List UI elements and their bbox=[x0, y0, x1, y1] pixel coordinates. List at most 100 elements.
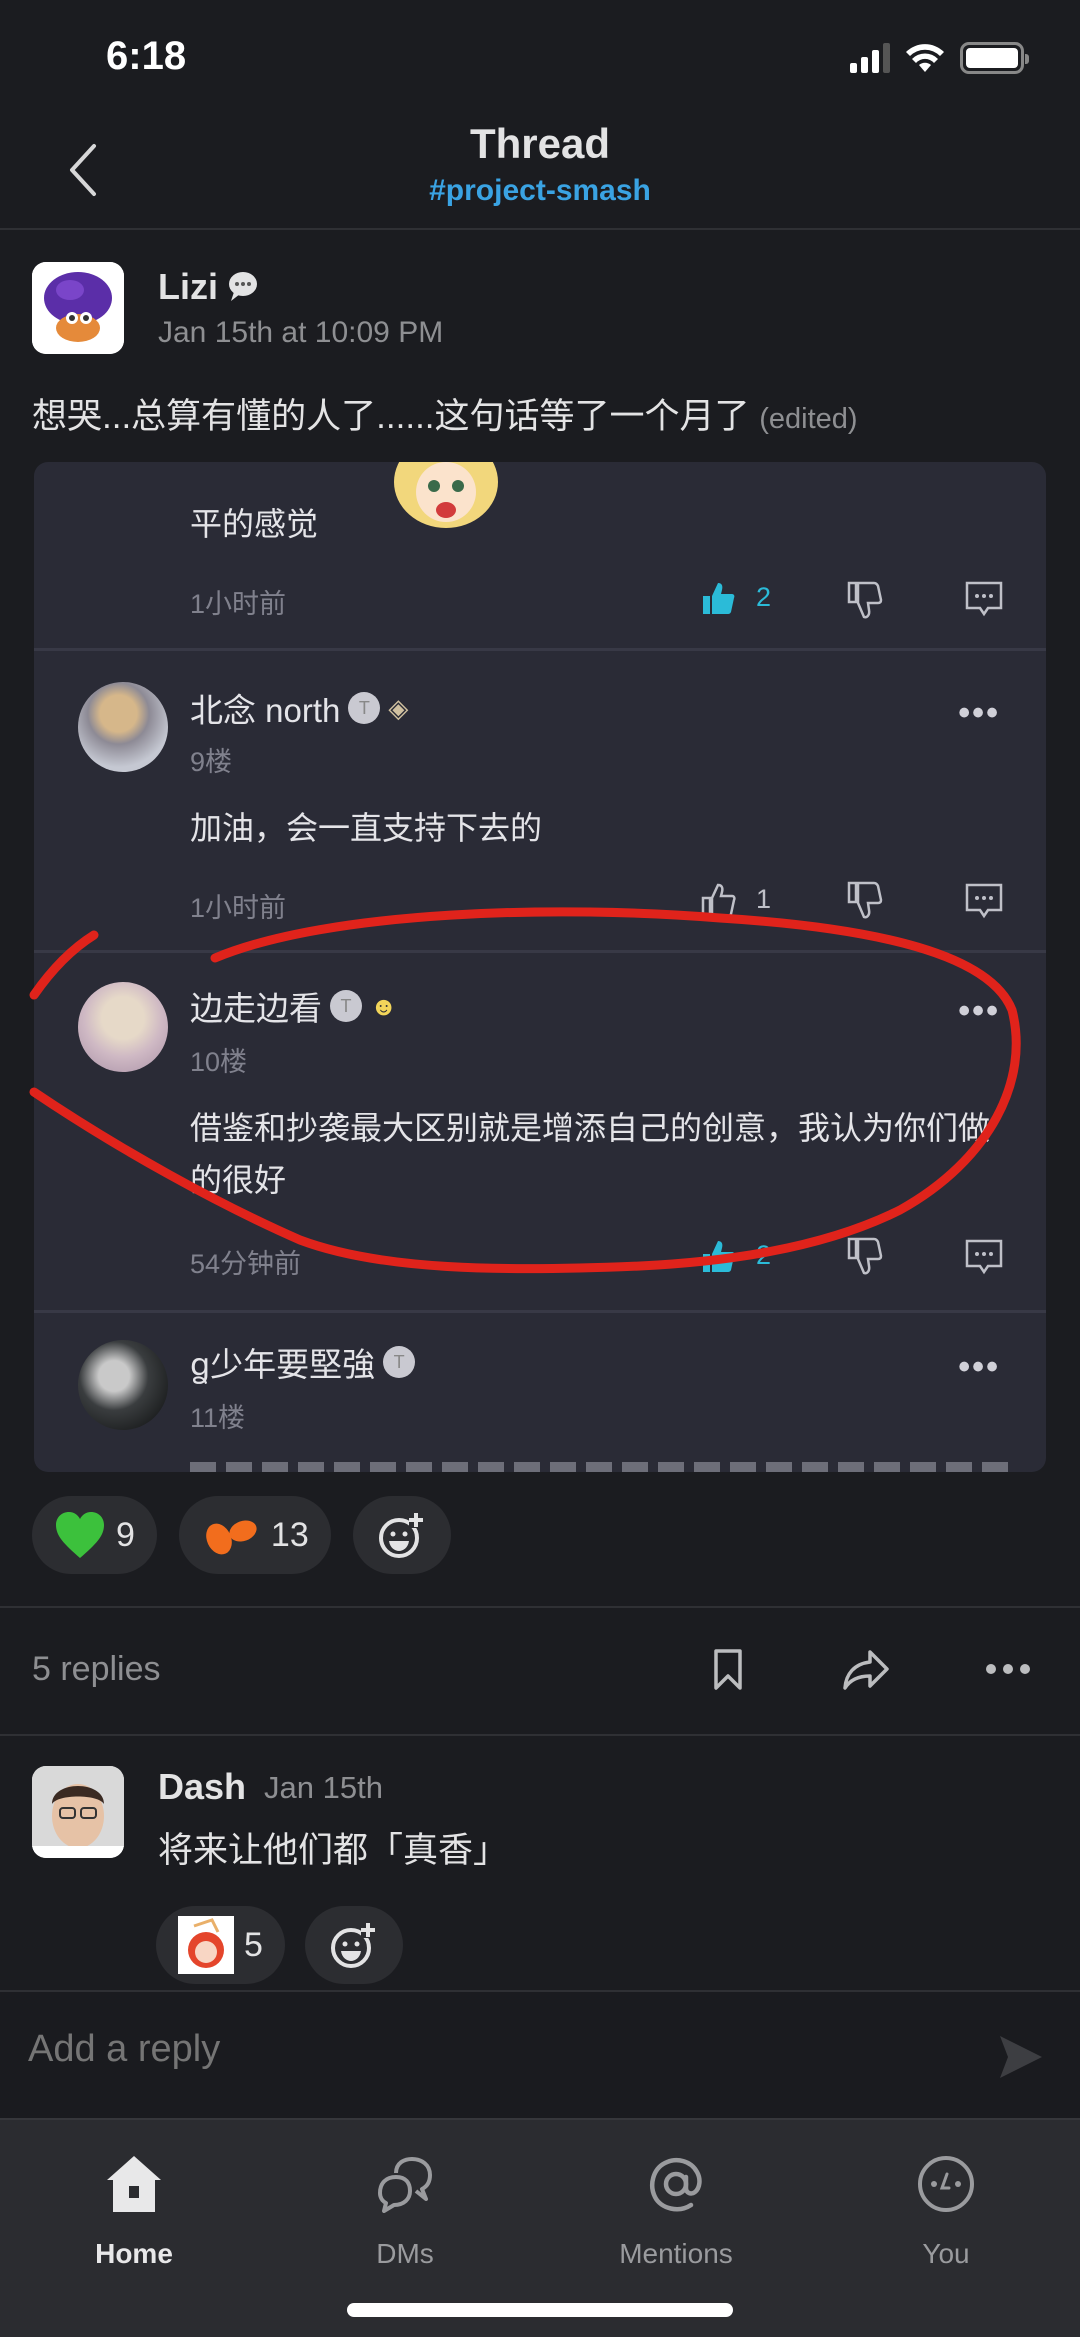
comment-text: 加油，会一直支持下去的 bbox=[190, 810, 543, 846]
tab-home[interactable]: Home bbox=[34, 2144, 234, 2270]
commenter-name: 边走边看 T ☻ bbox=[190, 982, 397, 1030]
reaction-count: 13 bbox=[270, 1515, 309, 1554]
tab-label: Home bbox=[95, 2238, 173, 2269]
status-time: 6:18 bbox=[106, 34, 187, 78]
fan-badge-icon: ◈ bbox=[388, 692, 409, 723]
reply-input[interactable] bbox=[28, 2028, 928, 2071]
reaction-orange-beans[interactable]: 13 bbox=[178, 1496, 331, 1574]
avatar[interactable] bbox=[32, 262, 124, 354]
reply-composer bbox=[0, 1990, 1080, 2118]
tab-mentions[interactable]: Mentions bbox=[576, 2144, 776, 2270]
message-author[interactable]: Lizi bbox=[158, 266, 260, 308]
more-options-icon: ••• bbox=[958, 1348, 1000, 1386]
reaction-custom-sticker[interactable]: 5 bbox=[156, 1906, 285, 1984]
page-title: Thread bbox=[469, 120, 611, 167]
thumbs-down-icon bbox=[847, 1237, 883, 1275]
bookmark-icon[interactable] bbox=[712, 1648, 744, 1692]
comment-divider bbox=[34, 950, 1046, 953]
floor-number: 10楼 bbox=[190, 1047, 248, 1077]
reaction-green-heart[interactable]: 9 bbox=[32, 1496, 157, 1574]
floor-number: 9楼 bbox=[190, 747, 233, 777]
commenter-avatar bbox=[78, 682, 168, 772]
status-icons bbox=[850, 42, 1029, 74]
commenter-avatar bbox=[78, 982, 168, 1072]
comment-fragment-text: 平的感觉 bbox=[190, 506, 319, 542]
send-icon[interactable] bbox=[996, 2032, 1046, 2082]
more-options-icon[interactable] bbox=[984, 1662, 1032, 1676]
add-reaction-button[interactable] bbox=[352, 1496, 451, 1574]
commenter-avatar bbox=[78, 1340, 168, 1430]
tab-dms[interactable]: DMs bbox=[305, 2144, 505, 2270]
edited-label: (edited) bbox=[759, 403, 858, 435]
speech-bubble-status-icon bbox=[229, 272, 257, 301]
avatar-image bbox=[32, 262, 124, 354]
thumbs-up-icon bbox=[701, 883, 736, 918]
reply-author[interactable]: Dash bbox=[158, 1766, 246, 1808]
status-bar: 6:18 bbox=[0, 0, 1080, 120]
avatar[interactable] bbox=[32, 1766, 124, 1858]
reply-text: 将来让他们都「真香」 bbox=[158, 1831, 509, 1870]
thumbs-up-filled-icon bbox=[703, 583, 735, 614]
commenter-name-text: 北念 north bbox=[190, 692, 341, 729]
commenter-name: 北念 north T ◈ bbox=[190, 684, 408, 732]
commenter-name: ꬶ少年要堅強 T bbox=[190, 1338, 416, 1386]
comment-divider bbox=[34, 1310, 1046, 1313]
message-timestamp: Jan 15th at 10:09 PM bbox=[158, 316, 444, 349]
reaction-count: 9 bbox=[116, 1515, 135, 1554]
thread-actions-bar: 5 replies bbox=[0, 1608, 1080, 1734]
divider bbox=[0, 1734, 1080, 1736]
level-badge-icon: T bbox=[383, 1346, 416, 1378]
add-reaction-button[interactable] bbox=[304, 1906, 403, 1984]
tab-you[interactable]: You bbox=[846, 2144, 1046, 2270]
level-badge-icon: T bbox=[330, 990, 362, 1022]
orange-beans-icon bbox=[206, 1520, 257, 1555]
attached-screenshot[interactable]: 平的感觉 1小时前 2 北念 north T ◈ 9楼 加油，会一直支持下去的 … bbox=[34, 462, 1046, 1472]
tab-label: You bbox=[922, 2238, 970, 2269]
dms-icon bbox=[378, 2157, 432, 2213]
fan-badge-icon: ☻ bbox=[370, 990, 398, 1021]
comment-time: 1小时前 bbox=[190, 893, 287, 923]
wifi-icon bbox=[906, 44, 944, 72]
tab-label: Mentions bbox=[619, 2238, 733, 2269]
share-forward-icon[interactable] bbox=[842, 1648, 890, 1692]
reply-timestamp: Jan 15th bbox=[264, 1770, 383, 1805]
cellular-signal-icon bbox=[850, 43, 890, 73]
message-text: 想哭...总算有懂的人了......这句话等了一个月了 (edited) bbox=[32, 388, 858, 439]
message-body: 想哭...总算有懂的人了......这句话等了一个月了 bbox=[32, 397, 750, 436]
custom-sticker-icon bbox=[178, 1916, 234, 1974]
battery-icon bbox=[960, 42, 1029, 74]
like-count: 2 bbox=[756, 582, 772, 612]
home-icon bbox=[107, 2156, 161, 2212]
comment-bubble-icon bbox=[965, 581, 1003, 617]
replies-count: 5 replies bbox=[32, 1650, 161, 1688]
more-options-icon: ••• bbox=[958, 992, 1000, 1030]
comment-time: 1小时前 bbox=[190, 589, 287, 619]
channel-link[interactable]: #project-smash bbox=[0, 174, 1080, 208]
add-emoji-icon bbox=[330, 1923, 375, 1968]
thumbs-up-filled-icon bbox=[703, 1241, 735, 1272]
home-indicator[interactable] bbox=[347, 2303, 733, 2317]
more-options-icon: ••• bbox=[958, 694, 1000, 732]
comment-text: 借鉴和抄袭最大区别就是增添自己的创意，我认为你们做的很好 bbox=[190, 1110, 991, 1198]
profile-face-icon bbox=[918, 2156, 974, 2212]
author-name: Lizi bbox=[158, 266, 218, 307]
add-emoji-icon bbox=[378, 1513, 423, 1558]
commenter-name-text: ꬶ少年要堅強 bbox=[190, 1346, 376, 1383]
avatar-image bbox=[32, 1766, 124, 1858]
like-count: 1 bbox=[756, 884, 772, 914]
thumbs-down-icon bbox=[847, 881, 883, 919]
comment-time: 54分钟前 bbox=[190, 1249, 302, 1279]
mentions-at-icon bbox=[650, 2158, 702, 2212]
tab-label: DMs bbox=[376, 2238, 434, 2269]
like-count: 2 bbox=[756, 1240, 772, 1270]
commenter-name-text: 边走边看 bbox=[190, 990, 322, 1027]
message-reactions: 9 13 bbox=[32, 1496, 451, 1574]
reply-reactions: 5 bbox=[156, 1906, 403, 1984]
level-badge-icon: T bbox=[348, 692, 381, 724]
comment-divider bbox=[34, 648, 1046, 651]
reaction-count: 5 bbox=[244, 1925, 263, 1964]
comment-bubble-icon bbox=[965, 883, 1003, 919]
floor-number: 11楼 bbox=[190, 1403, 246, 1433]
thumbs-down-icon bbox=[847, 581, 883, 619]
comment-bubble-icon bbox=[965, 1239, 1003, 1275]
